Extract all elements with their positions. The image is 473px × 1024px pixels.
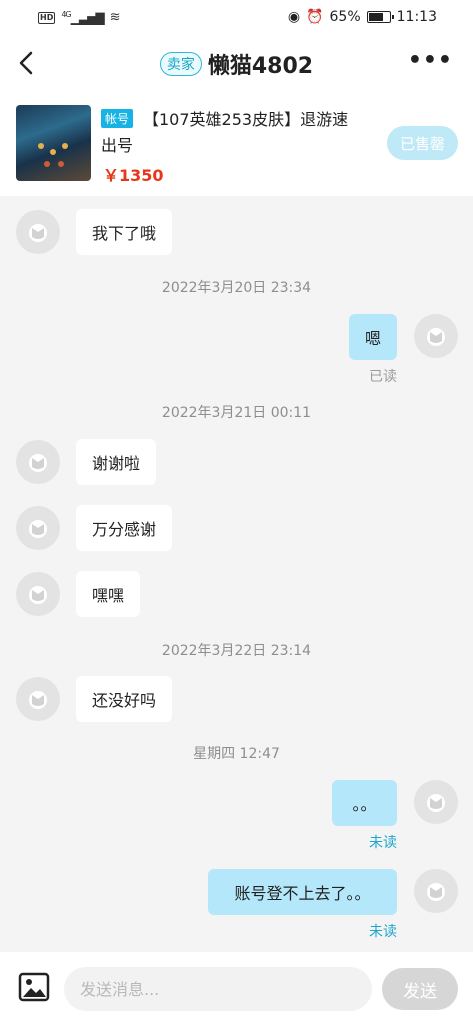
message-timestamp: 2022年3月21日 00:11 — [161, 405, 312, 421]
clock: 11:13 — [396, 9, 437, 25]
sold-out-button[interactable]: 已售罄 — [387, 126, 458, 160]
seller-avatar[interactable] — [16, 572, 60, 616]
status-right: ◉ ⏰ 65% 11:13 — [288, 9, 437, 25]
chat-header: 卖家 懒猫4802 ••• — [0, 36, 473, 92]
wifi-icon: ≋ — [109, 10, 121, 25]
seller-avatar[interactable] — [16, 506, 60, 550]
my-avatar[interactable] — [414, 869, 458, 913]
message-timestamp: 2022年3月22日 23:14 — [161, 643, 312, 659]
image-picker-icon[interactable] — [18, 971, 50, 1003]
thumbnail-dot — [44, 161, 50, 167]
seller-avatar[interactable] — [16, 440, 60, 484]
message-bubble-outgoing[interactable]: 嗯 — [349, 314, 397, 360]
eye-icon: ◉ — [287, 9, 301, 25]
product-thumbnail[interactable] — [16, 105, 91, 181]
battery-icon — [366, 11, 394, 23]
input-bar: 发送 — [0, 952, 473, 1024]
hd-indicator: HD — [38, 11, 56, 24]
seller-badge: 卖家 — [159, 52, 202, 76]
thumbnail-dot — [58, 161, 64, 167]
message-input[interactable] — [64, 967, 372, 1011]
send-button[interactable]: 发送 — [382, 968, 458, 1010]
message-timestamp: 星期四 12:47 — [193, 746, 280, 762]
more-options-icon[interactable]: ••• — [408, 48, 453, 73]
product-title-continued: 出号 — [101, 136, 134, 155]
page-title: 懒猫4802 — [207, 54, 314, 79]
product-price: ￥1350 — [103, 166, 164, 185]
unread-status: 未读 — [369, 835, 397, 851]
network-type: 4G — [61, 10, 71, 19]
message-bubble-incoming[interactable]: 还没好吗 — [76, 676, 173, 722]
message-bubble-incoming[interactable]: 嘿嘿 — [76, 571, 141, 617]
battery-percent: 65% — [329, 9, 361, 25]
my-avatar[interactable] — [414, 780, 458, 824]
product-tag: 帐号 — [101, 109, 134, 128]
read-status: 已读 — [369, 369, 397, 385]
battery-fill — [368, 13, 383, 21]
seller-avatar[interactable] — [16, 210, 60, 254]
my-avatar[interactable] — [414, 314, 458, 358]
thumbnail-dot — [50, 149, 56, 155]
message-bubble-outgoing[interactable]: 账号登不上去了。。 — [208, 869, 397, 915]
seller-avatar[interactable] — [16, 677, 60, 721]
status-bar: HD 4G▁▃▅▇ ≋ ◉ ⏰ 65% 11:13 — [0, 0, 473, 36]
thumbnail-dot — [38, 143, 44, 149]
product-card[interactable]: 帐号 【107英雄253皮肤】退游速 出号 ￥1350 已售罄 — [0, 92, 473, 196]
product-title: 【107英雄253皮肤】退游速 — [143, 110, 349, 129]
thumbnail-dot — [62, 143, 68, 149]
title-group: 卖家 懒猫4802 — [0, 48, 473, 80]
alarm-icon: ⏰ — [306, 9, 324, 25]
message-bubble-incoming[interactable]: 谢谢啦 — [76, 439, 157, 485]
status-left: HD 4G▁▃▅▇ ≋ — [38, 10, 120, 25]
message-bubble-incoming[interactable]: 我下了哦 — [76, 209, 173, 255]
message-bubble-incoming[interactable]: 万分感谢 — [76, 505, 173, 551]
message-bubble-outgoing[interactable]: 。。 — [332, 780, 397, 826]
signal-icon: 4G▁▃▅▇ — [61, 10, 104, 25]
unread-status: 未读 — [369, 924, 397, 940]
message-timestamp: 2022年3月20日 23:34 — [161, 280, 312, 296]
